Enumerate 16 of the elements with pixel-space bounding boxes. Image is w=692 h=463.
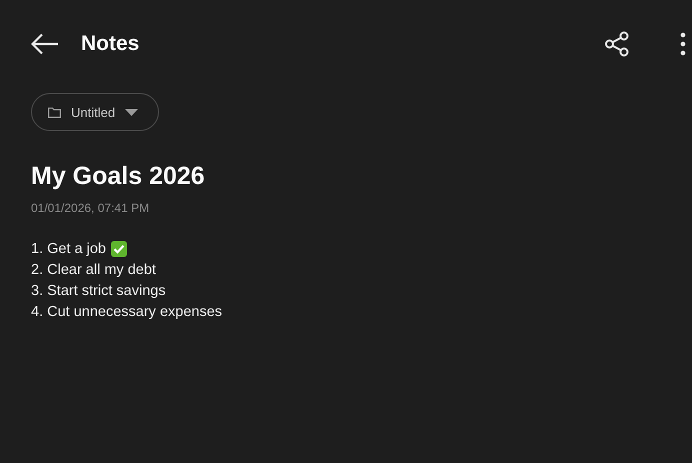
back-button[interactable] [31,33,59,55]
page-title: Notes [81,32,140,56]
note-title: My Goals 2026 [31,162,206,191]
folder-icon [48,106,61,118]
note-line: 2. Clear all my debt [31,262,156,278]
more-icon [680,32,686,56]
more-options-button[interactable] [680,32,686,56]
note-line: 4. Cut unnecessary expenses [31,304,222,320]
note-line: 1. Get a job [31,240,106,256]
back-arrow-icon [31,33,59,55]
caret-icon [125,108,138,116]
note-line: 3. Start strict savings [31,282,166,298]
share-button[interactable] [604,31,630,57]
folder-dropdown[interactable]: Untitled [31,93,160,131]
note-timestamp: 01/01/2026, 07:41 PM [31,201,150,215]
share-icon [604,31,630,57]
